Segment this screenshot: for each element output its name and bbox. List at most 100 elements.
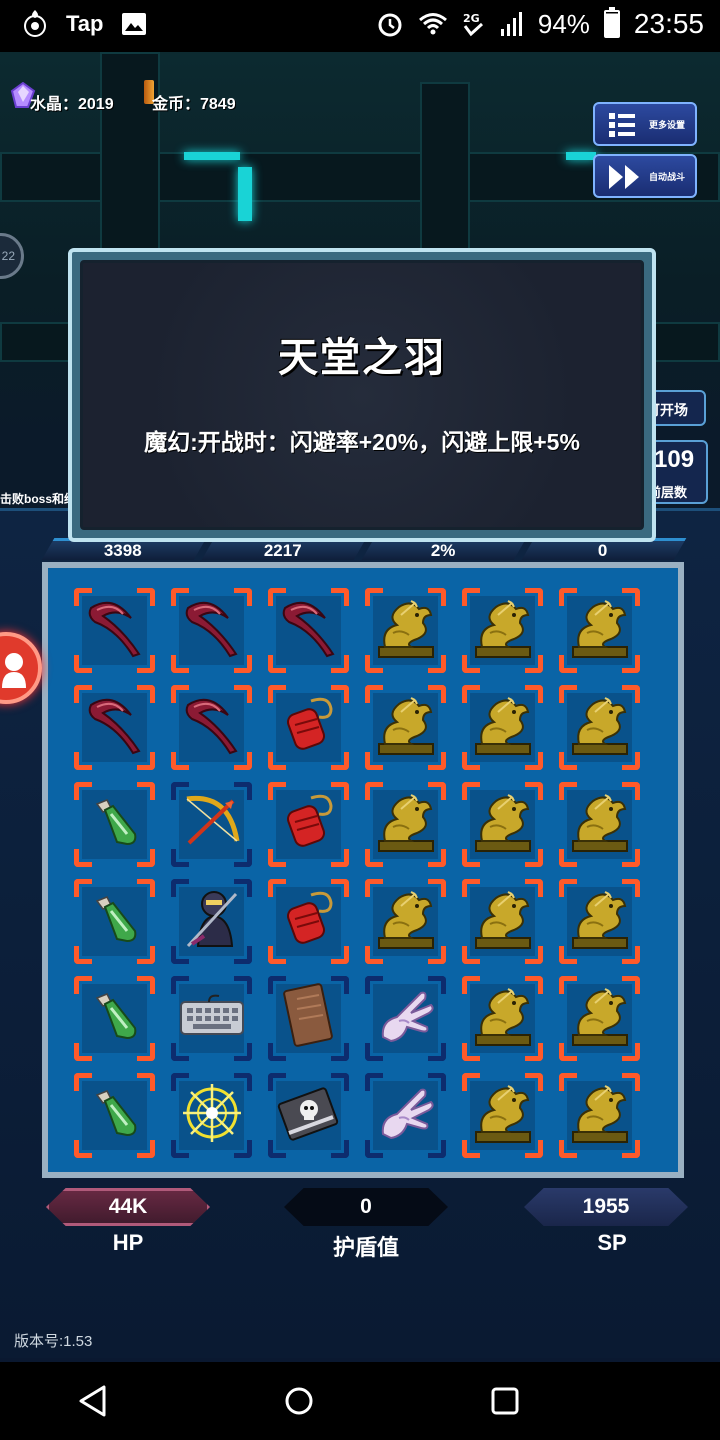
crystal-count: 水晶：2019 xyxy=(30,96,114,113)
board-cell[interactable] xyxy=(551,679,648,776)
board-cell[interactable] xyxy=(454,776,551,873)
item-board xyxy=(42,562,684,1178)
back-button[interactable] xyxy=(68,1376,118,1426)
potion-icon xyxy=(87,891,143,952)
network-2g-icon: 2G xyxy=(463,12,483,37)
dragon-icon xyxy=(565,593,635,668)
more-settings-label: 更多设置 xyxy=(648,119,685,130)
bg-light xyxy=(184,152,240,160)
cell-corner xyxy=(234,1043,252,1061)
board-cell[interactable] xyxy=(260,582,357,679)
board-cell[interactable] xyxy=(163,1067,260,1164)
back-icon xyxy=(79,1385,106,1417)
board-cell[interactable] xyxy=(163,873,260,970)
gold-count: 金币：7849 xyxy=(152,96,236,113)
cell-corner xyxy=(171,976,189,994)
board-cell[interactable] xyxy=(66,1067,163,1164)
board-cell[interactable] xyxy=(260,776,357,873)
board-cell[interactable] xyxy=(66,970,163,1067)
bow-icon xyxy=(179,789,245,860)
glove-icon xyxy=(375,985,437,1052)
item-name: 天堂之羽 xyxy=(278,336,446,380)
board-cell[interactable] xyxy=(454,970,551,1067)
shield-label: 护盾值 xyxy=(332,1235,399,1260)
level-badge-label: 22 xyxy=(1,249,15,263)
board-cell[interactable] xyxy=(551,582,648,679)
board-cell[interactable] xyxy=(454,679,551,776)
floor-number: 109 xyxy=(654,446,695,473)
board-cell[interactable] xyxy=(357,873,454,970)
talisman-icon xyxy=(281,889,337,954)
board-cell[interactable] xyxy=(357,1067,454,1164)
board-cell[interactable] xyxy=(66,776,163,873)
board-cell[interactable] xyxy=(260,970,357,1067)
battery-icon xyxy=(603,7,620,38)
game-screen: 水晶：2019 金币：7849 更多设置 自动战斗 22 可开场 109 前层数… xyxy=(0,52,720,1362)
dragon-icon xyxy=(468,593,538,668)
board-cell[interactable] xyxy=(357,970,454,1067)
bg-light xyxy=(566,152,596,160)
dragon-icon xyxy=(468,981,538,1056)
talisman-icon xyxy=(281,695,337,760)
signal-icon xyxy=(500,12,522,36)
board-cell[interactable] xyxy=(260,1067,357,1164)
board-cell[interactable] xyxy=(163,679,260,776)
scythe-icon xyxy=(83,596,147,665)
cell-corner xyxy=(234,976,252,994)
board-cell[interactable] xyxy=(260,679,357,776)
sigil-icon xyxy=(181,1082,243,1149)
dragon-icon xyxy=(565,981,635,1056)
more-settings-button[interactable]: 更多设置 xyxy=(593,102,697,146)
sp-label: SP xyxy=(597,1230,627,1255)
board-cell[interactable] xyxy=(551,776,648,873)
dragon-icon xyxy=(371,593,441,668)
board-cell[interactable] xyxy=(551,1067,648,1164)
potion-icon xyxy=(87,1085,143,1146)
person-icon xyxy=(2,653,26,688)
board-cell[interactable] xyxy=(454,873,551,970)
board-cell[interactable] xyxy=(163,582,260,679)
board-cell[interactable] xyxy=(163,970,260,1067)
scythe-icon xyxy=(277,596,341,665)
nav-bar xyxy=(0,1362,720,1440)
item-grid xyxy=(66,582,662,1164)
stat-value: 3398 xyxy=(103,541,142,560)
boss-hint-text: 击败boss和织 xyxy=(0,492,77,506)
potion-icon xyxy=(87,988,143,1049)
auto-battle-label: 自动战斗 xyxy=(648,171,685,182)
book-icon xyxy=(282,983,335,1054)
home-button[interactable] xyxy=(274,1376,324,1426)
dragon-icon xyxy=(565,884,635,959)
board-cell[interactable] xyxy=(454,1067,551,1164)
stat-value: 2217 xyxy=(263,541,302,560)
board-cell[interactable] xyxy=(66,679,163,776)
cell-corner xyxy=(171,1043,189,1061)
board-cell[interactable] xyxy=(260,873,357,970)
item-detail-popup[interactable]: 天堂之羽 魔幻:开战时：闪避率+20%，闪避上限+5% xyxy=(68,248,656,542)
auto-battle-button[interactable]: 自动战斗 xyxy=(593,154,697,198)
shield-value: 0 xyxy=(360,1195,372,1218)
board-cell[interactable] xyxy=(66,582,163,679)
home-icon xyxy=(285,1387,313,1415)
board-cell[interactable] xyxy=(357,582,454,679)
board-cell[interactable] xyxy=(163,776,260,873)
battery-percent: 94% xyxy=(537,8,590,39)
board-cell[interactable] xyxy=(357,776,454,873)
scythe-icon xyxy=(83,693,147,762)
recents-button[interactable] xyxy=(480,1376,530,1426)
status-bar: Tap 2G 94% 23:55 xyxy=(0,0,720,52)
board-cell[interactable] xyxy=(357,679,454,776)
board-cell[interactable] xyxy=(551,970,648,1067)
keyboard-icon xyxy=(179,994,245,1043)
ninja-icon xyxy=(182,886,242,957)
board-cell[interactable] xyxy=(454,582,551,679)
bg-light xyxy=(238,167,252,221)
alarm-icon xyxy=(378,13,402,37)
hp-label: HP xyxy=(112,1230,144,1255)
dragon-icon xyxy=(371,884,441,959)
board-cell[interactable] xyxy=(551,873,648,970)
level-badge[interactable]: 22 xyxy=(0,233,24,279)
board-cell[interactable] xyxy=(66,873,163,970)
dragon-icon xyxy=(371,690,441,765)
wifi-icon xyxy=(418,13,447,35)
